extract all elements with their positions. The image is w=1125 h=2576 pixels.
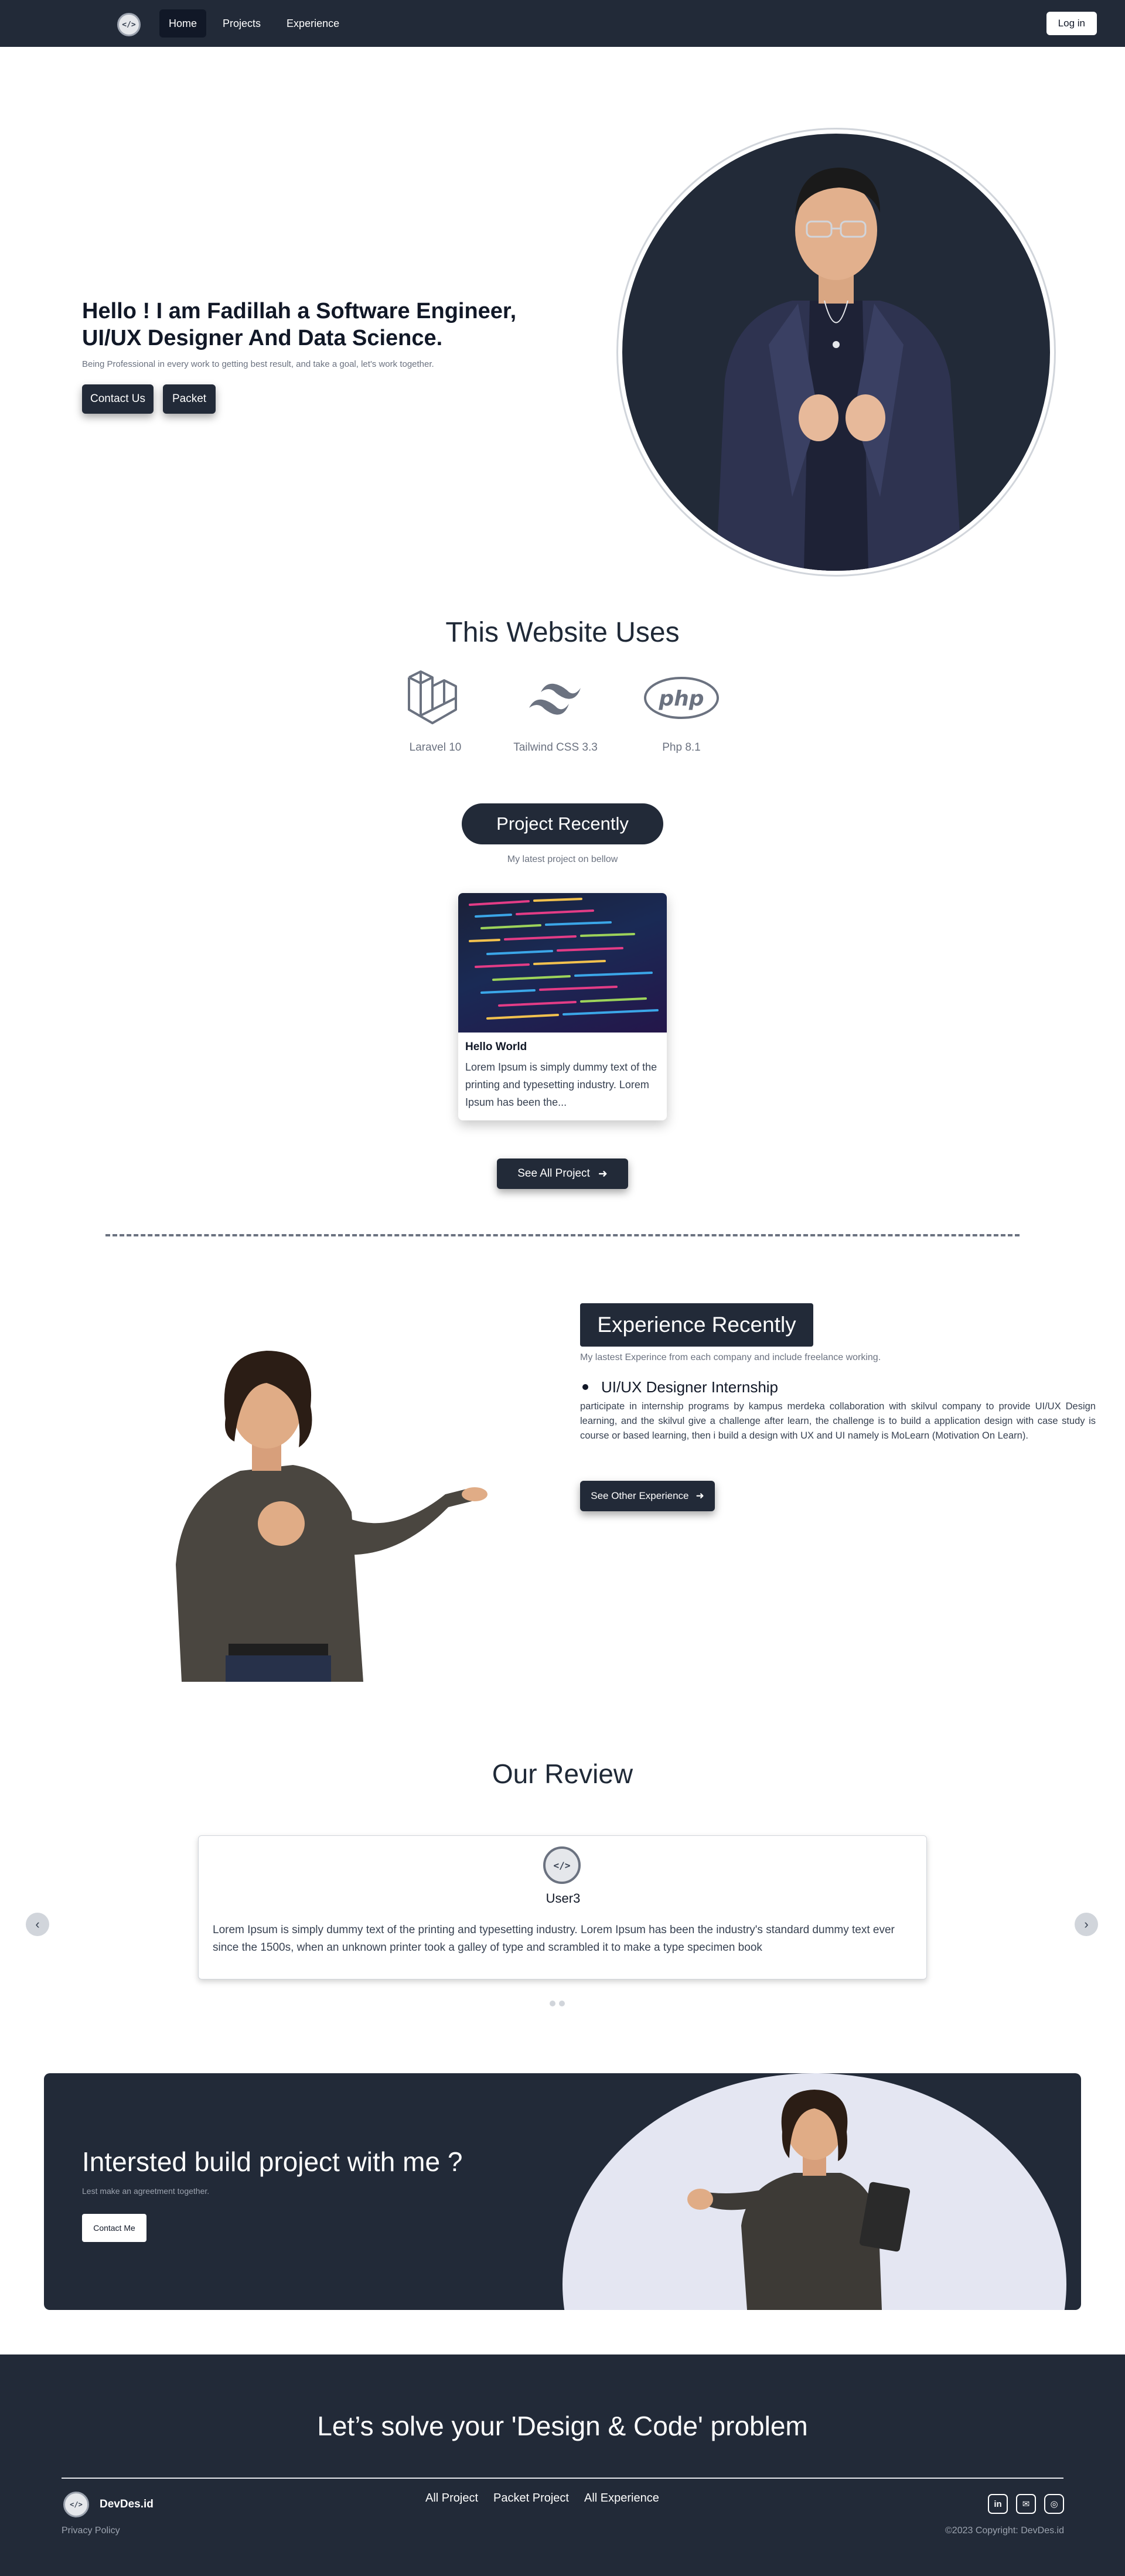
packet-button[interactable]: Packet [163, 384, 216, 414]
tech-label-laravel: Laravel 10 [409, 741, 462, 754]
person-illustration [716, 168, 962, 571]
projects-subtitle: My latest project on bellow [507, 854, 618, 864]
tech-label-tailwind: Tailwind CSS 3.3 [513, 741, 598, 754]
logo-icon[interactable]: </> [117, 13, 141, 36]
carousel-dot[interactable] [550, 2001, 555, 2006]
carousel-prev-icon[interactable]: ‹ [26, 1913, 49, 1936]
tech-tailwind: Tailwind CSS 3.3 [497, 666, 614, 754]
project-card-body: Lorem Ipsum is simply dummy text of the … [465, 1061, 657, 1108]
see-other-experience-label: See Other Experience [591, 1490, 689, 1501]
hero-title: Hello ! I am Fadillah a Software Enginee… [82, 299, 517, 350]
copyright: ©2023 Copyright: DevDes.id [945, 2526, 1064, 2536]
hero-photo [622, 134, 1050, 571]
hero-subtitle: Being Professional in every work to gett… [82, 359, 434, 369]
contact-me-button[interactable]: Contact Me [82, 2214, 146, 2242]
experience-description: participate in internship programs by ka… [580, 1401, 1096, 1441]
project-card-title: Hello World [465, 1041, 527, 1053]
linkedin-icon[interactable]: in [988, 2494, 1008, 2514]
tech-label-php: Php 8.1 [662, 741, 701, 754]
experience-role: UI/UX Designer Internship [580, 1378, 778, 1396]
top-navbar: </> Home Projects Experience Log in [0, 0, 1125, 47]
cta-subtitle: Lest make an agreetment together. [82, 2186, 210, 2196]
php-icon: php [644, 677, 719, 719]
section-divider [105, 1234, 1020, 1236]
project-thumbnail [458, 893, 667, 1033]
footer-brand: DevDes.id [100, 2498, 154, 2510]
carousel-next-icon[interactable]: › [1075, 1913, 1098, 1936]
footer-link-packet-project[interactable]: Packet Project [493, 2492, 569, 2505]
nav-links: Home Projects Experience [159, 9, 349, 38]
footer-links: All Project Packet Project All Experienc… [425, 2492, 659, 2505]
see-other-experience-button[interactable]: See Other Experience ➜ [580, 1481, 715, 1511]
footer-link-all-experience[interactable]: All Experience [584, 2492, 659, 2505]
uses-heading: This Website Uses [445, 617, 680, 648]
cta-title: Intersted build project with me ? [82, 2146, 463, 2177]
experience-heading: Experience Recently [580, 1303, 813, 1347]
cta-banner: Intersted build project with me ? Lest m… [44, 2073, 1081, 2310]
review-heading: Our Review [492, 1759, 633, 1789]
nav-home[interactable]: Home [159, 9, 207, 38]
laravel-icon [408, 670, 457, 724]
review-card: </> User3 Lorem Ipsum is simply dummy te… [198, 1835, 927, 1979]
nav-experience[interactable]: Experience [277, 9, 349, 38]
carousel-dot[interactable] [559, 2001, 565, 2006]
footer-logo-icon[interactable]: </> [63, 2492, 89, 2517]
contact-us-button[interactable]: Contact Us [82, 384, 154, 414]
footer-divider [62, 2478, 1063, 2479]
arrow-right-icon: ➜ [598, 1167, 608, 1180]
login-button[interactable]: Log in [1046, 12, 1097, 35]
carousel-dots [550, 2001, 565, 2006]
avatar: </> [543, 1846, 581, 1884]
php-logo-text: php [658, 687, 704, 711]
footer: Let’s solve your 'Design & Code' problem… [0, 2354, 1125, 2576]
instagram-icon[interactable]: ◎ [1044, 2494, 1064, 2514]
experience-person-image [176, 1351, 488, 1682]
privacy-policy-link[interactable]: Privacy Policy [62, 2526, 120, 2536]
nav-projects[interactable]: Projects [213, 9, 270, 38]
tech-php: php Php 8.1 [623, 666, 740, 754]
project-card[interactable]: Hello World Lorem Ipsum is simply dummy … [458, 893, 667, 1120]
footer-link-all-project[interactable]: All Project [425, 2492, 478, 2505]
social-links: in ✉ ◎ [988, 2494, 1064, 2514]
cta-person-image [687, 2090, 911, 2310]
mail-icon[interactable]: ✉ [1016, 2494, 1036, 2514]
experience-subtitle: My lastest Experince from each company a… [580, 1352, 881, 1362]
tailwind-icon [529, 683, 581, 715]
reviewer-name: User3 [546, 1891, 581, 1906]
projects-heading: Project Recently [462, 803, 663, 844]
arrow-right-icon: ➜ [696, 1490, 704, 1501]
code-screenshot-image [469, 898, 659, 1020]
see-all-project-label: See All Project [517, 1167, 590, 1180]
see-all-project-button[interactable]: See All Project ➜ [497, 1158, 628, 1189]
review-text: Lorem Ipsum is simply dummy text of the … [213, 1924, 895, 1954]
footer-title: Let’s solve your 'Design & Code' problem [317, 2411, 808, 2441]
tech-laravel: Laravel 10 [377, 666, 494, 754]
